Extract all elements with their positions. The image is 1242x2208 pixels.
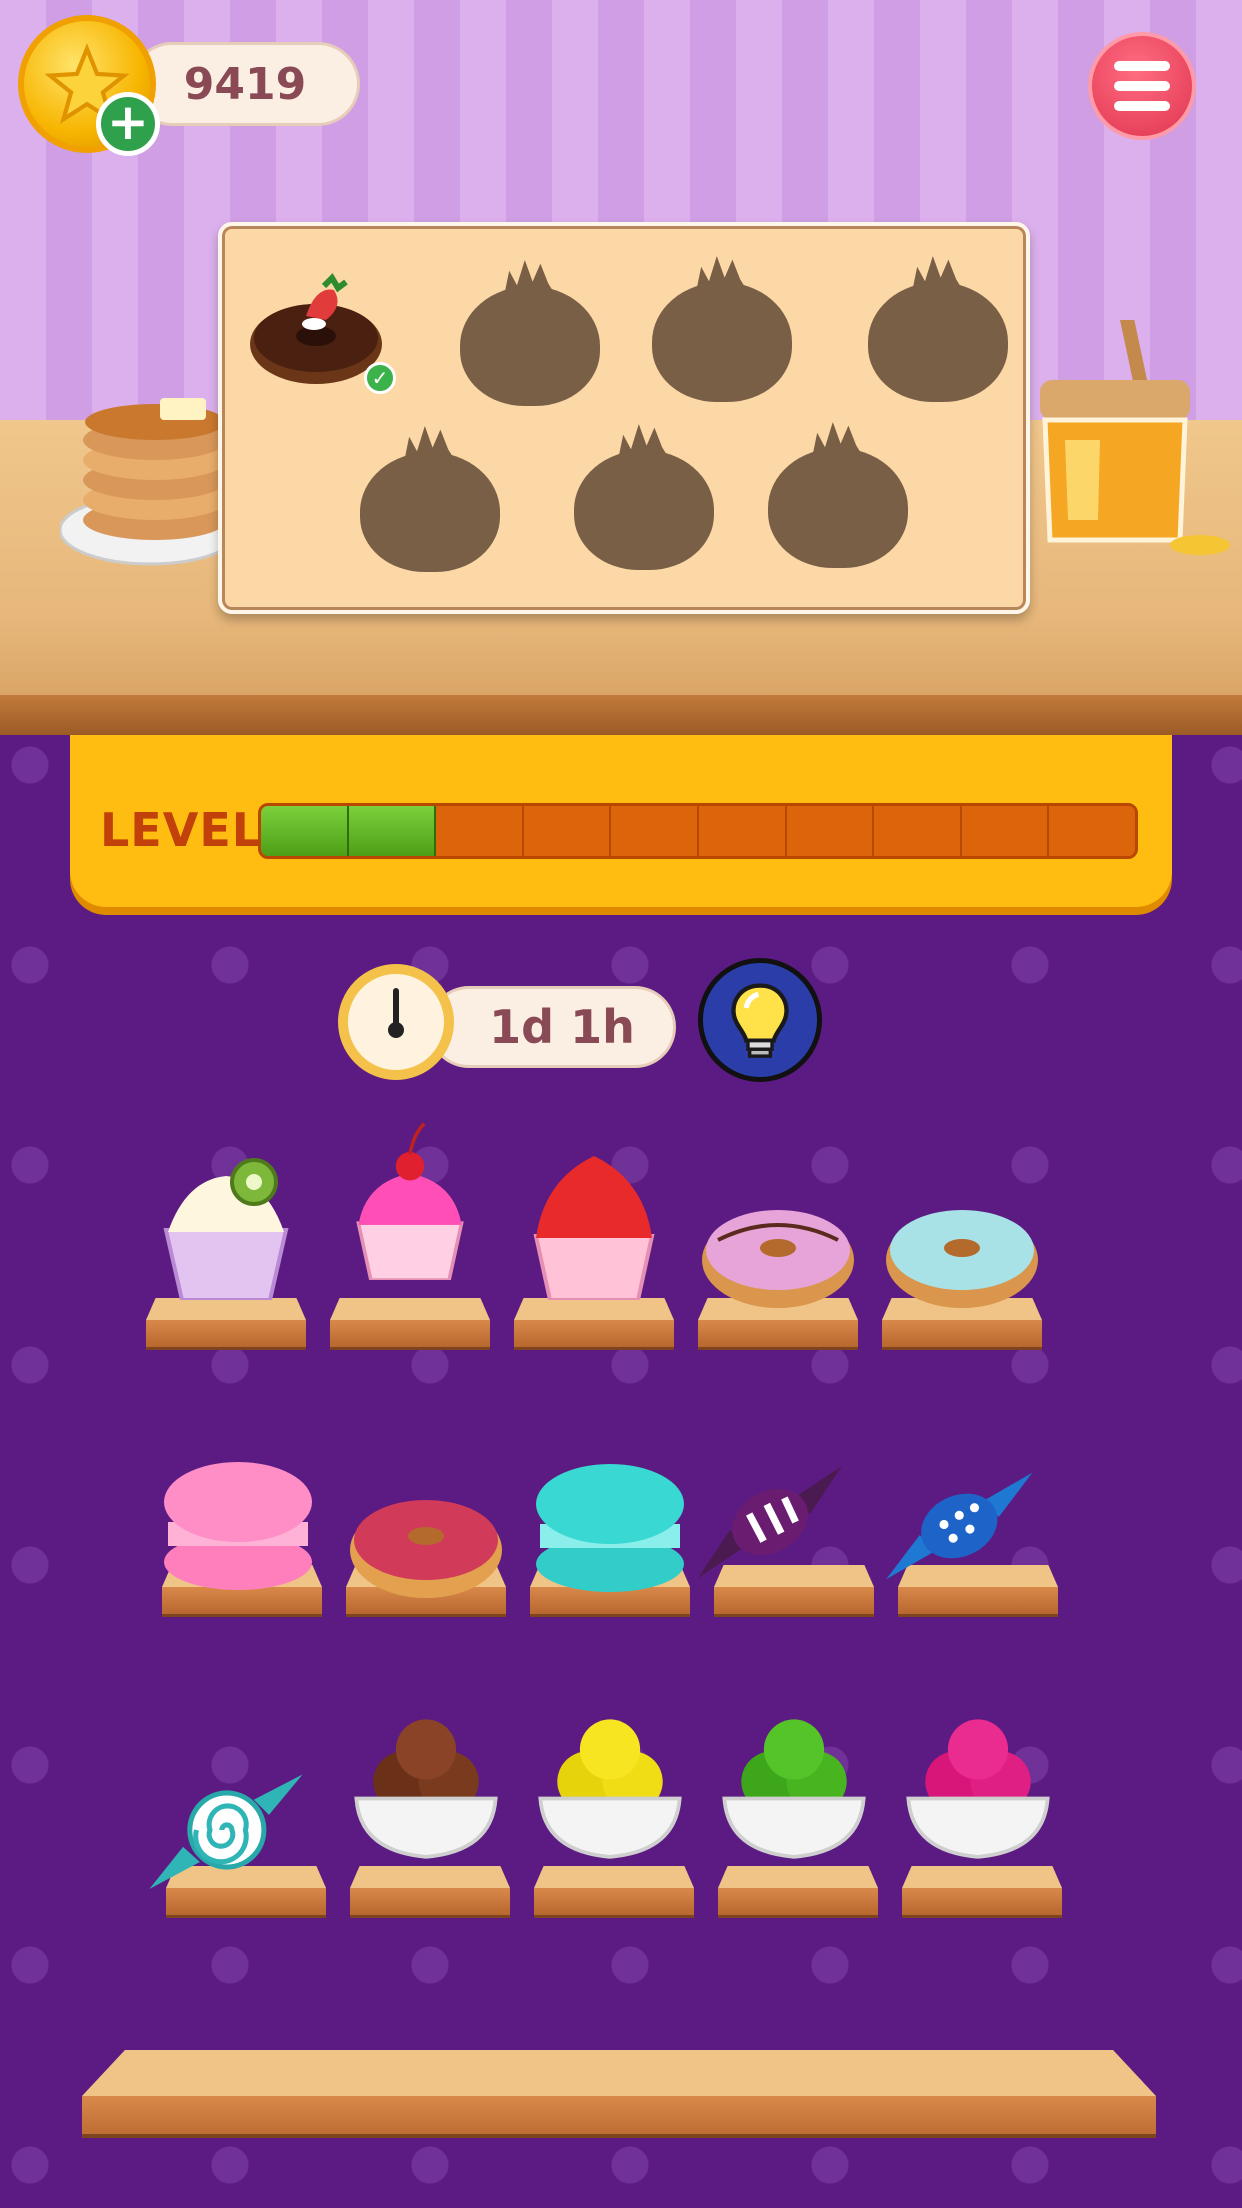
target-slot-hidden <box>862 256 1008 402</box>
level-label: LEVEL <box>100 803 263 857</box>
level-progress-bar <box>258 803 1138 859</box>
target-slot-hidden <box>454 260 600 406</box>
teal-macaron[interactable] <box>530 1444 690 1604</box>
pink-ice-cream-bowl[interactable] <box>898 1710 1058 1870</box>
target-slot-hidden <box>354 426 500 572</box>
target-slot-collected: ✓ <box>246 256 396 398</box>
kiwi-cupcake[interactable] <box>146 1140 306 1302</box>
light-bulb-icon <box>731 983 789 1058</box>
hint-button[interactable] <box>698 958 822 1082</box>
level-segment <box>261 806 349 856</box>
level-segment <box>523 806 612 856</box>
level-segment <box>348 806 437 856</box>
green-ice-cream-bowl[interactable] <box>714 1710 874 1870</box>
coin-count: 9419 <box>183 58 307 110</box>
level-segment <box>1049 806 1135 856</box>
shelf <box>514 1298 674 1352</box>
shelf <box>902 1866 1062 1920</box>
level-segment <box>611 806 699 856</box>
timer-value: 1d 1h <box>489 1000 635 1054</box>
shelf <box>330 1298 490 1352</box>
level-segment <box>786 806 875 856</box>
menu-button[interactable] <box>1088 32 1196 140</box>
hidden-item-silhouette <box>574 450 714 570</box>
collection-tray-front <box>82 2096 1156 2138</box>
clock-icon <box>338 964 454 1080</box>
hidden-item-silhouette <box>768 448 908 568</box>
target-slot-hidden <box>762 422 908 568</box>
coin-counter: 9419 <box>130 42 360 126</box>
purple-donut[interactable] <box>698 1170 858 1330</box>
level-panel: LEVEL <box>70 735 1172 907</box>
hamburger-menu-icon <box>1114 61 1170 71</box>
target-slot-hidden <box>568 424 714 570</box>
hidden-item-silhouette <box>360 452 500 572</box>
add-coins-button[interactable]: + <box>96 92 160 156</box>
level-segment <box>961 806 1050 856</box>
pancakes-decoration <box>60 398 240 566</box>
target-items-panel: ✓ <box>218 222 1030 614</box>
hidden-item-silhouette <box>652 282 792 402</box>
purple-striped-candy[interactable] <box>690 1442 850 1602</box>
check-icon: ✓ <box>364 362 396 394</box>
collection-tray <box>82 2050 1156 2096</box>
hidden-item-silhouette <box>460 286 600 406</box>
blue-donut[interactable] <box>882 1170 1042 1330</box>
shelf <box>146 1298 306 1352</box>
pink-macaron[interactable] <box>158 1442 318 1602</box>
shelf <box>534 1866 694 1920</box>
target-slot-hidden <box>646 256 792 402</box>
red-cupcake[interactable] <box>514 1140 674 1302</box>
level-segment <box>698 806 787 856</box>
teal-swirl-candy[interactable] <box>146 1750 306 1910</box>
blue-dotted-candy[interactable] <box>880 1446 1040 1606</box>
shelf <box>718 1866 878 1920</box>
chocolate-ice-cream-bowl[interactable] <box>346 1710 506 1870</box>
timer-display: 1d 1h <box>428 986 676 1068</box>
level-segment <box>874 806 962 856</box>
hidden-item-silhouette <box>868 282 1008 402</box>
level-segment <box>436 806 524 856</box>
pink-donut[interactable] <box>346 1460 506 1620</box>
counter-edge <box>0 695 1242 735</box>
shelf <box>350 1866 510 1920</box>
yellow-ice-cream-bowl[interactable] <box>530 1710 690 1870</box>
honey-jar-decoration <box>1040 320 1230 555</box>
cherry-cupcake[interactable] <box>330 1120 490 1282</box>
